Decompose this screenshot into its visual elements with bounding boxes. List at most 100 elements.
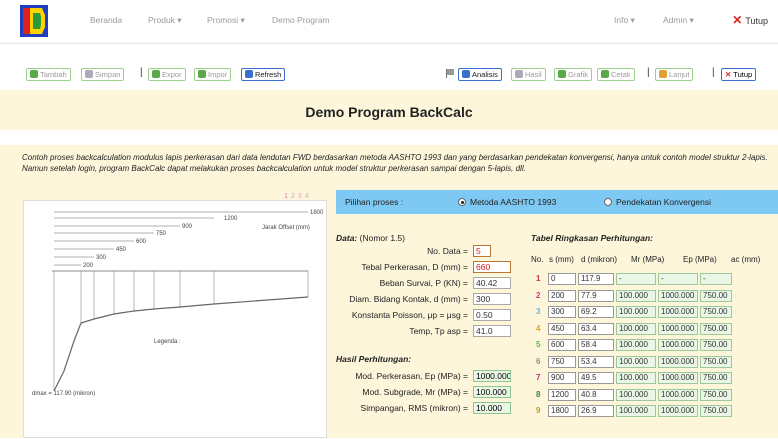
tebal-label: Tebal Perkerasan, D (mm) = [361, 262, 468, 272]
refresh-button[interactable]: Refresh [241, 68, 286, 81]
nav-close-button[interactable]: ✕ Tutup [732, 13, 768, 27]
table-cell-ep: 1000.000 [658, 405, 698, 417]
table-cell-s[interactable]: 900 [548, 372, 576, 384]
table-cell-s[interactable]: 200 [548, 289, 576, 302]
table-cell-ac: 750.00 [700, 306, 732, 318]
table-cell-s[interactable]: 600 [548, 339, 576, 351]
description-text: Contoh proses backcalculation modulus la… [22, 153, 768, 173]
nav-beranda[interactable]: Beranda [90, 15, 122, 25]
tabel-heading: Tabel Ringkasan Perhitungan: [531, 233, 654, 243]
row-number: 7 [536, 373, 541, 382]
offset-label-900: 900 [182, 224, 193, 230]
print-icon [601, 70, 609, 78]
table-cell-s[interactable]: 450 [548, 322, 576, 335]
table-cell-ac: 750.00 [700, 339, 732, 351]
table-cell-ep: 1000.000 [658, 388, 698, 401]
table-cell-d[interactable]: 58.4 [578, 339, 614, 351]
radio-konvergensi[interactable] [604, 198, 612, 206]
top-navbar: Beranda Produk ▾ Promosi ▾ Demo Program … [0, 0, 778, 44]
deflection-curve [53, 296, 309, 392]
grafik-button[interactable]: Grafik [554, 68, 593, 81]
simpan-button[interactable]: Simpan [81, 68, 125, 81]
analisis-button[interactable]: Analisis [458, 68, 502, 81]
data-heading: Data: (Nomor 1.5) [336, 233, 405, 243]
arrow-left-icon [152, 70, 160, 78]
table-cell-ac: 750.00 [700, 355, 732, 368]
deflection-chart-svg: 1800 1200 900 750 600 450 300 200 Jarak … [32, 210, 324, 397]
page-3[interactable]: 3 [298, 193, 305, 200]
poisson-label: Konstanta Poisson, μp = μsg = [351, 310, 468, 320]
table-cell-mr: 100.000 [616, 355, 656, 368]
impor-button[interactable]: Impor [194, 68, 232, 81]
page-4[interactable]: 4 [305, 193, 312, 200]
option-konvergensi-label[interactable]: Pendekatan Konvergensi [616, 197, 711, 207]
table-cell-ep: 1000.000 [658, 289, 698, 302]
table-cell-ep: 1000.000 [658, 339, 698, 351]
table-cell-d[interactable]: 40.8 [578, 388, 614, 401]
save-icon [85, 70, 93, 78]
row-number: 6 [536, 356, 541, 366]
nav-admin[interactable]: Admin ▾ [663, 15, 694, 26]
table-cell-d[interactable]: 117.9 [578, 273, 614, 285]
flag-icon [446, 69, 454, 78]
temp-input[interactable]: 41.0 [473, 325, 511, 337]
table-cell-ac: 750.00 [700, 405, 732, 417]
table-cell-s[interactable]: 0 [548, 273, 576, 285]
mod-subgrade-output: 100.000 [473, 386, 511, 398]
table-cell-s[interactable]: 1800 [548, 405, 576, 417]
poisson-input[interactable]: 0.50 [473, 309, 511, 321]
beban-input[interactable]: 40.42 [473, 277, 511, 289]
table-cell-s[interactable]: 750 [548, 355, 576, 368]
diameter-input[interactable]: 300 [473, 293, 511, 305]
row-number: 2 [536, 290, 541, 300]
table-cell-d[interactable]: 26.9 [578, 405, 614, 417]
table-cell-s[interactable]: 300 [548, 306, 576, 318]
nav-info[interactable]: Info ▾ [614, 15, 635, 26]
nav-produk[interactable]: Produk ▾ [148, 15, 182, 26]
table-cell-d[interactable]: 53.4 [578, 355, 614, 368]
offset-label-750: 750 [156, 231, 167, 237]
table-cell-ac: 750.00 [700, 322, 732, 335]
table-cell-mr: 100.000 [616, 306, 656, 318]
row-number: 3 [536, 307, 541, 316]
col-header-no: No. [531, 255, 544, 264]
table-cell-d[interactable]: 77.9 [578, 289, 614, 302]
option-aashto-label[interactable]: Metoda AASHTO 1993 [470, 197, 556, 207]
tebal-input[interactable]: 660 [473, 261, 511, 273]
page-selector: 1234 [284, 193, 312, 200]
tambah-button[interactable]: Tambah [26, 68, 71, 81]
process-label: Pilihan proses : [345, 197, 404, 207]
table-cell-s[interactable]: 1200 [548, 388, 576, 401]
page-1[interactable]: 1 [284, 193, 291, 200]
tutup-button[interactable]: ✕ Tutup [721, 68, 757, 81]
hasil-button[interactable]: Hasil [511, 68, 546, 81]
app-logo[interactable] [20, 5, 48, 37]
simpangan-output: 10.000 [473, 402, 511, 414]
table-cell-d[interactable]: 49.5 [578, 372, 614, 384]
offset-label-1800: 1800 [310, 210, 324, 216]
table-cell-mr: 100.000 [616, 339, 656, 351]
page-2[interactable]: 2 [291, 193, 298, 200]
offset-label-1200: 1200 [224, 216, 238, 222]
expor-button[interactable]: Expor [148, 68, 186, 81]
simpangan-label: Simpangan, RMS (mikron) = [360, 403, 468, 413]
table-cell-d[interactable]: 63.4 [578, 322, 614, 335]
cetak-button[interactable]: Cetak [597, 68, 635, 81]
table-cell-ac: 750.00 [700, 372, 732, 384]
table-cell-ac: 750.00 [700, 388, 732, 401]
no-data-input[interactable]: 5 [473, 245, 491, 257]
temp-label: Temp, Tp asp = [409, 326, 468, 336]
row-number: 1 [536, 274, 541, 283]
table-cell-mr: 100.000 [616, 289, 656, 302]
lanjut-button[interactable]: Lanjut [655, 68, 694, 81]
nav-promosi[interactable]: Promosi ▾ [207, 15, 245, 26]
radio-aashto[interactable] [458, 198, 466, 206]
offset-label-200: 200 [83, 263, 94, 269]
table-cell-d[interactable]: 69.2 [578, 306, 614, 318]
no-data-label: No. Data = [427, 246, 468, 256]
col-header-d: d (mikron) [581, 255, 618, 264]
offset-axis-label: Jarak Offset (mm) [262, 225, 310, 231]
nav-demo-program[interactable]: Demo Program [272, 15, 330, 25]
forward-icon [659, 70, 667, 78]
table-cell-mr: 100.000 [616, 388, 656, 401]
